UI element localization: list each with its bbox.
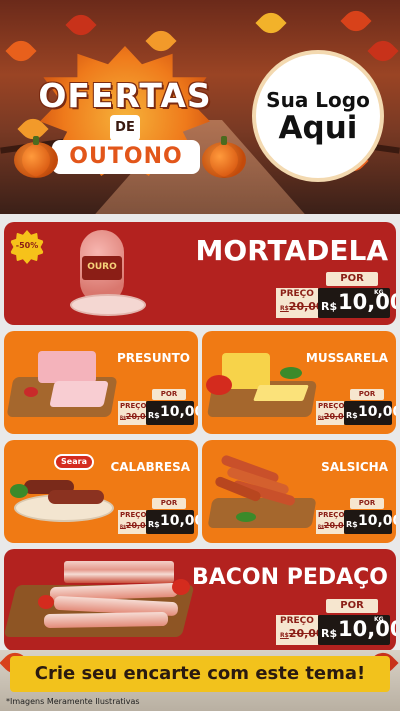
- maple-leaf-icon: [367, 35, 399, 67]
- price-currency: R$: [346, 411, 358, 420]
- product-card-bacon[interactable]: BACON PEDAÇO POR PREÇO R$20,00 R$ 10,00 …: [4, 549, 396, 651]
- maple-leaf-icon: [5, 35, 37, 67]
- price-label: PREÇO: [318, 402, 345, 410]
- logo-line1: Sua Logo: [266, 87, 370, 112]
- price-value: 10,00: [160, 513, 198, 529]
- price-tag: POR PREÇO R$20,00 R$ 10,00: [316, 498, 396, 536]
- old-price: R$20,00: [280, 627, 324, 640]
- product-card-salsicha[interactable]: SALSICHA POR PREÇO R$20,00 R$ 10,00: [202, 440, 396, 543]
- price-label: PREÇO: [318, 511, 345, 519]
- product-name: BACON PEDAÇO: [191, 565, 388, 590]
- price-old-block: PREÇO R$20,00: [316, 510, 350, 534]
- brand-seara: Seara: [61, 457, 87, 466]
- mortadela-image: OURO: [70, 228, 150, 320]
- price-por: POR: [326, 599, 378, 613]
- maple-leaf-icon: [65, 9, 97, 41]
- price-label: PREÇO: [120, 511, 147, 519]
- maple-leaf-icon: [340, 5, 372, 37]
- product-card-mortadela[interactable]: -50% OURO MORTADELA POR PREÇO R$20,00 R$…: [4, 222, 396, 325]
- price-current-block: R$ 10,00: [344, 401, 396, 425]
- price-old-block: PREÇO R$20,00: [118, 510, 152, 534]
- brand-ouro: OURO: [87, 262, 117, 272]
- product-card-presunto[interactable]: PRESUNTO POR PREÇO R$20,00 R$ 10,00: [4, 331, 198, 434]
- price-current-block: R$ 10,00: [146, 510, 198, 534]
- price-currency: R$: [148, 520, 160, 529]
- price-unit: KG: [374, 616, 384, 623]
- product-name: CALABRESA: [110, 460, 190, 474]
- price-label: PREÇO: [280, 289, 314, 299]
- bacon-image: [4, 555, 198, 647]
- price-currency: R$: [346, 520, 358, 529]
- price-current-block: R$ 10,00: [344, 510, 396, 534]
- price-old-block: PREÇO R$20,00: [276, 288, 324, 318]
- price-por: POR: [152, 389, 186, 400]
- price-current-block: R$ 10,00: [146, 401, 198, 425]
- cta-banner[interactable]: Crie seu encarte com este tema!: [10, 656, 390, 692]
- disclaimer-text: *Imagens Meramente Ilustrativas: [6, 697, 140, 706]
- product-name: PRESUNTO: [116, 351, 190, 365]
- pumpkin-icon: [202, 136, 246, 178]
- price-por: POR: [350, 498, 384, 509]
- price-old-block: PREÇO R$20,00: [118, 401, 152, 425]
- price-value: 10,00: [358, 404, 396, 420]
- presunto-image: [6, 345, 118, 425]
- old-price: R$20,00: [318, 412, 350, 421]
- price-old-block: PREÇO R$20,00: [276, 615, 324, 645]
- calabresa-image: Seara: [8, 454, 120, 538]
- price-tag: POR PREÇO R$20,00 R$ 10,00: [118, 498, 198, 536]
- price-currency: R$: [148, 411, 160, 420]
- pumpkin-icon: [14, 136, 58, 178]
- price-tag: POR PREÇO R$20,00 R$ 10,00 KG: [276, 272, 396, 320]
- discount-badge-text: -50%: [15, 241, 39, 250]
- old-price: R$20,00: [120, 412, 152, 421]
- price-currency: R$: [321, 627, 338, 640]
- price-value: 10,00: [358, 513, 396, 529]
- price-label: PREÇO: [280, 616, 314, 626]
- price-value: 10,00: [338, 290, 396, 314]
- seara-logo: Seara: [54, 454, 94, 470]
- mussarela-image: [206, 345, 318, 425]
- maple-leaf-icon: [255, 7, 287, 39]
- maple-leaf-icon: [145, 25, 177, 57]
- price-value: 10,00: [338, 617, 396, 641]
- product-name: SALSICHA: [321, 460, 388, 474]
- price-unit: KG: [374, 289, 384, 296]
- product-card-mussarela[interactable]: MUSSARELA POR PREÇO R$20,00 R$ 10,00: [202, 331, 396, 434]
- price-old-block: PREÇO R$20,00: [316, 401, 350, 425]
- price-por: POR: [152, 498, 186, 509]
- old-price: R$20,00: [120, 521, 152, 530]
- header-banner: OFERTAS DE OUTONO Sua Logo Aqui: [0, 0, 400, 214]
- logo-line2: Aqui: [278, 109, 358, 146]
- old-price: R$20,00: [318, 521, 350, 530]
- price-tag: POR PREÇO R$20,00 R$ 10,00: [118, 389, 198, 427]
- price-tag: POR PREÇO R$20,00 R$ 10,00: [316, 389, 396, 427]
- product-name: MORTADELA: [195, 234, 388, 267]
- logo-placeholder[interactable]: Sua Logo Aqui: [252, 50, 384, 182]
- product-name: MUSSARELA: [305, 351, 388, 365]
- price-tag: POR PREÇO R$20,00 R$ 10,00 KG: [276, 599, 396, 647]
- price-current-block: R$ 10,00 KG: [318, 615, 396, 645]
- price-currency: R$: [321, 300, 338, 313]
- salsicha-image: [206, 454, 318, 538]
- title-sub: OUTONO: [52, 140, 200, 174]
- price-por: POR: [326, 272, 378, 286]
- title-main: OFERTAS: [38, 76, 212, 115]
- price-por: POR: [350, 389, 384, 400]
- price-value: 10,00: [160, 404, 198, 420]
- title-de: DE: [110, 115, 140, 141]
- old-price: R$20,00: [280, 300, 324, 313]
- price-label: PREÇO: [120, 402, 147, 410]
- product-card-calabresa[interactable]: Seara CALABRESA POR PREÇO R$20,00 R$ 10,…: [4, 440, 198, 543]
- discount-badge: -50%: [10, 230, 44, 264]
- price-current-block: R$ 10,00 KG: [318, 288, 396, 318]
